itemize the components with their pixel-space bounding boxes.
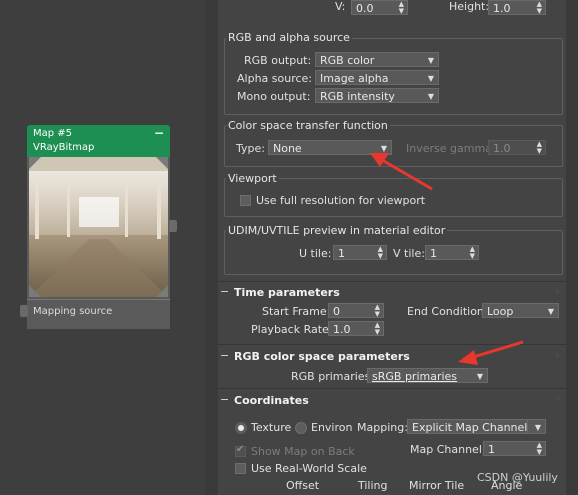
annotation-arrow-2 (458, 340, 524, 365)
annotation-overlay (370, 153, 524, 365)
annotation-arrow-1 (370, 153, 433, 191)
